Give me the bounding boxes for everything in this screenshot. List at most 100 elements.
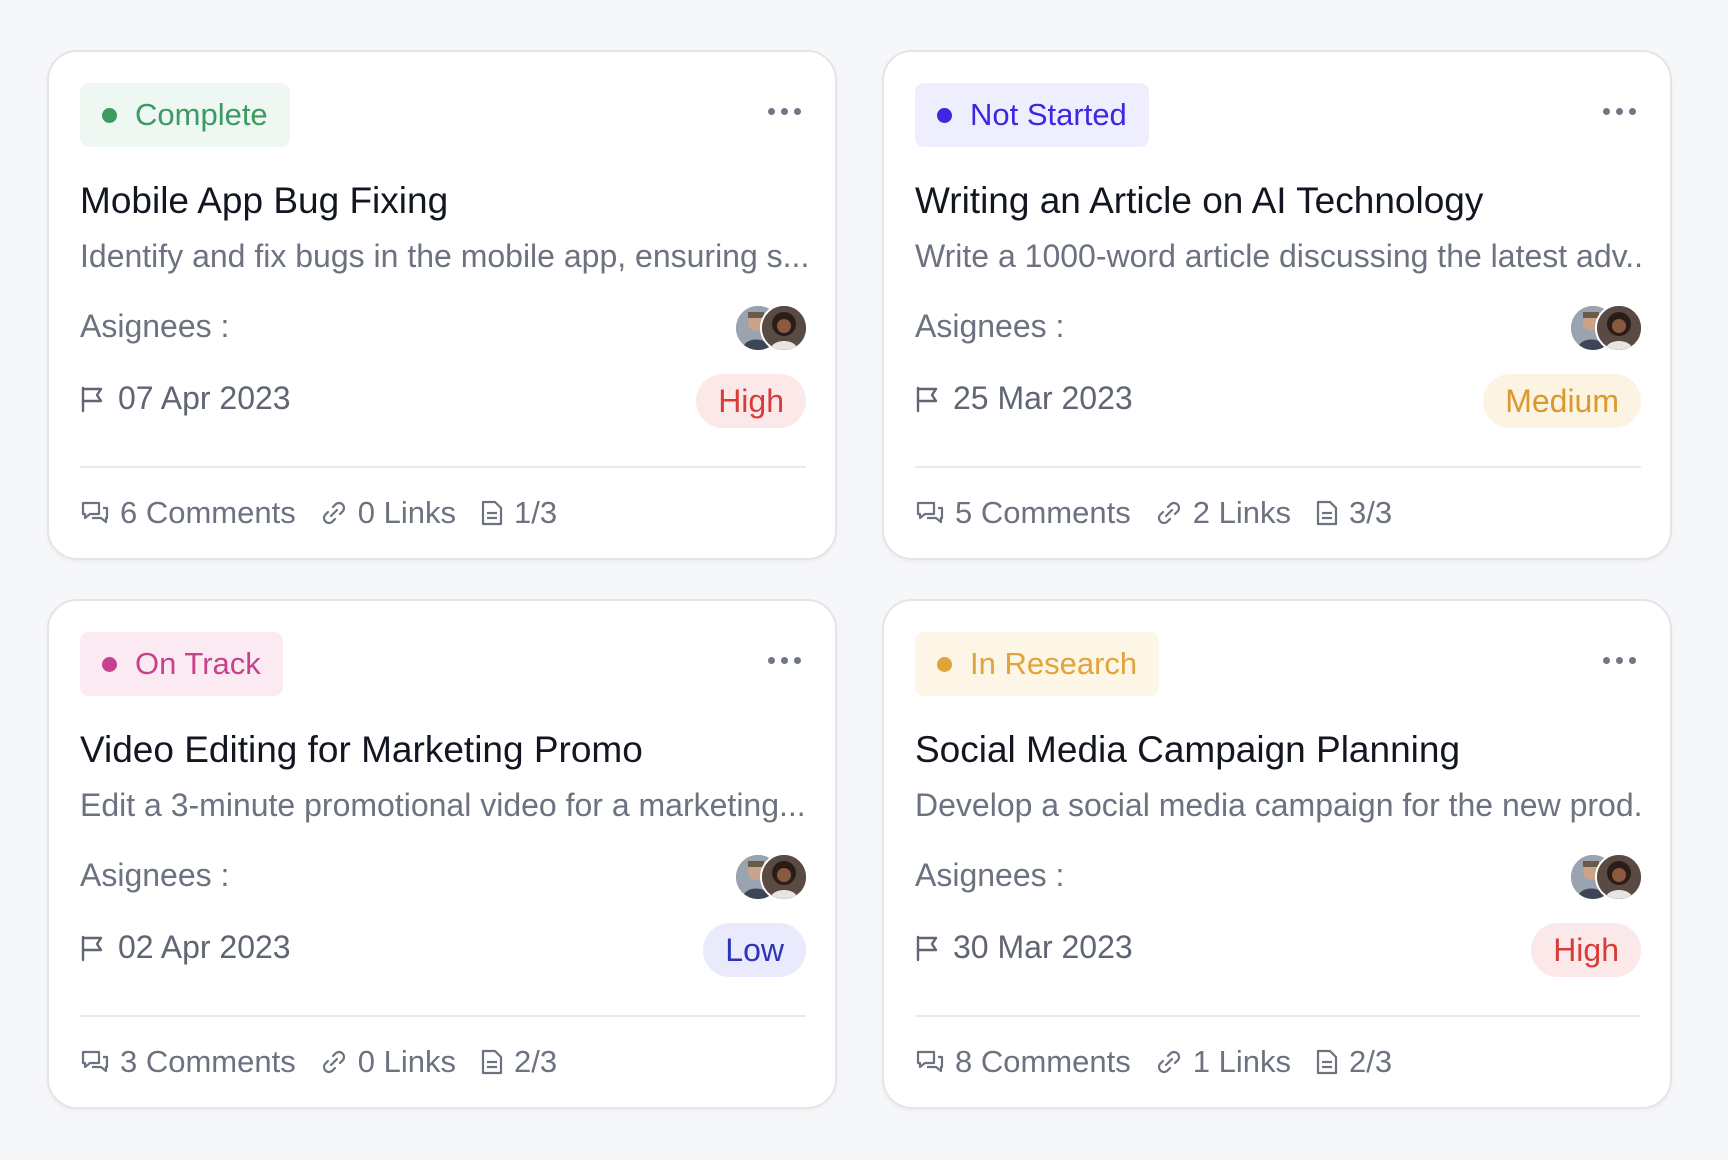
divider [915, 466, 1641, 468]
status-badge[interactable]: In Research [915, 632, 1160, 696]
avatar[interactable] [1595, 304, 1643, 352]
link-icon [1157, 1050, 1180, 1074]
assignees-label: Asignees : [915, 857, 1065, 893]
links-count[interactable]: 2 Links [1155, 495, 1291, 531]
comments-count-text: 3 Comments [120, 1044, 296, 1079]
status-dot [937, 107, 952, 123]
task-title: Writing an Article on AI Technology [915, 180, 1484, 221]
due-date: 25 Mar 2023 [915, 380, 1133, 417]
status-label: In Research [970, 646, 1138, 681]
divider [80, 1015, 806, 1017]
attachments-count-text: 2/3 [513, 1044, 558, 1079]
more-options-icon[interactable] [1603, 108, 1636, 115]
more-options-icon[interactable] [768, 657, 801, 664]
comments-count[interactable]: 3 Comments [80, 1044, 296, 1080]
links-count[interactable]: 0 Links [320, 1044, 456, 1080]
task-description: Write a 1000-word article discussing the… [915, 238, 1643, 274]
task-title: Social Media Campaign Planning [915, 729, 1461, 770]
attachments-count[interactable]: 2/3 [1315, 1044, 1392, 1080]
status-dot [102, 107, 117, 123]
task-title: Video Editing for Marketing Promo [80, 729, 643, 770]
avatar[interactable] [1595, 853, 1643, 901]
status-label: Not Started [970, 97, 1127, 132]
link-icon [322, 501, 345, 525]
task-card[interactable]: On Track Video Editing for Marketing Pro… [47, 599, 837, 1109]
comments-count-text: 5 Comments [955, 495, 1131, 530]
attachments-count[interactable]: 2/3 [480, 1044, 557, 1080]
flag-icon [81, 386, 103, 412]
comments-count-text: 8 Comments [955, 1044, 1131, 1079]
document-icon [1316, 500, 1338, 526]
card-footer: 8 Comments 1 Links 2/3 [915, 1044, 1416, 1080]
task-card[interactable]: Not Started Writing an Article on AI Tec… [882, 50, 1672, 560]
status-badge[interactable]: Not Started [915, 83, 1149, 147]
due-date-text: 02 Apr 2023 [118, 929, 291, 965]
comments-icon [916, 1050, 944, 1073]
more-options-icon[interactable] [1603, 657, 1636, 664]
link-icon [322, 1050, 345, 1074]
document-icon [481, 1049, 503, 1075]
status-label: On Track [135, 646, 261, 681]
links-count[interactable]: 0 Links [320, 495, 456, 531]
status-badge[interactable]: On Track [80, 632, 283, 696]
task-description: Identify and fix bugs in the mobile app,… [80, 238, 808, 274]
flag-icon [916, 386, 938, 412]
task-description: Edit a 3-minute promotional video for a … [80, 787, 806, 823]
attachments-count[interactable]: 1/3 [480, 495, 557, 531]
priority-badge[interactable]: High [696, 374, 806, 428]
assignees-label: Asignees : [915, 308, 1065, 344]
avatar[interactable] [760, 304, 808, 352]
links-count-text: 0 Links [357, 1044, 456, 1079]
document-icon [1316, 1049, 1338, 1075]
due-date-text: 07 Apr 2023 [118, 380, 291, 416]
task-title: Mobile App Bug Fixing [80, 180, 449, 221]
attachments-count[interactable]: 3/3 [1315, 495, 1392, 531]
attachments-count-text: 2/3 [1348, 1044, 1393, 1079]
due-date: 02 Apr 2023 [80, 929, 291, 966]
comments-icon [916, 501, 944, 524]
assignee-avatars[interactable] [1569, 304, 1643, 352]
status-dot [937, 656, 952, 672]
attachments-count-text: 3/3 [1348, 495, 1393, 530]
attachments-count-text: 1/3 [513, 495, 558, 530]
assignees-label: Asignees : [80, 308, 230, 344]
task-card-grid: Complete Mobile App Bug Fixing Identify … [0, 0, 1728, 1160]
priority-badge[interactable]: High [1531, 923, 1641, 977]
status-badge[interactable]: Complete [80, 83, 290, 147]
divider [915, 1015, 1641, 1017]
comments-count[interactable]: 6 Comments [80, 495, 296, 531]
avatar[interactable] [760, 853, 808, 901]
task-description: Develop a social media campaign for the … [915, 787, 1643, 823]
task-card[interactable]: Complete Mobile App Bug Fixing Identify … [47, 50, 837, 560]
comments-count-text: 6 Comments [120, 495, 296, 530]
card-footer: 5 Comments 2 Links 3/3 [915, 495, 1416, 531]
comments-icon [81, 501, 109, 524]
status-dot [102, 656, 117, 672]
links-count-text: 1 Links [1192, 1044, 1291, 1079]
priority-badge[interactable]: Low [703, 923, 806, 977]
comments-count[interactable]: 8 Comments [915, 1044, 1131, 1080]
priority-badge[interactable]: Medium [1483, 374, 1641, 428]
links-count-text: 0 Links [357, 495, 456, 530]
assignee-avatars[interactable] [1569, 853, 1643, 901]
task-card[interactable]: In Research Social Media Campaign Planni… [882, 599, 1672, 1109]
assignee-avatars[interactable] [734, 853, 808, 901]
card-footer: 3 Comments 0 Links 2/3 [80, 1044, 581, 1080]
status-label: Complete [135, 97, 268, 132]
assignee-avatars[interactable] [734, 304, 808, 352]
more-options-icon[interactable] [768, 108, 801, 115]
flag-icon [916, 935, 938, 961]
links-count[interactable]: 1 Links [1155, 1044, 1291, 1080]
links-count-text: 2 Links [1192, 495, 1291, 530]
comments-icon [81, 1050, 109, 1073]
flag-icon [81, 935, 103, 961]
due-date-text: 25 Mar 2023 [953, 380, 1133, 416]
due-date-text: 30 Mar 2023 [953, 929, 1133, 965]
assignees-label: Asignees : [80, 857, 230, 893]
card-footer: 6 Comments 0 Links 1/3 [80, 495, 581, 531]
due-date: 30 Mar 2023 [915, 929, 1133, 966]
comments-count[interactable]: 5 Comments [915, 495, 1131, 531]
due-date: 07 Apr 2023 [80, 380, 291, 417]
link-icon [1157, 501, 1180, 525]
document-icon [481, 500, 503, 526]
